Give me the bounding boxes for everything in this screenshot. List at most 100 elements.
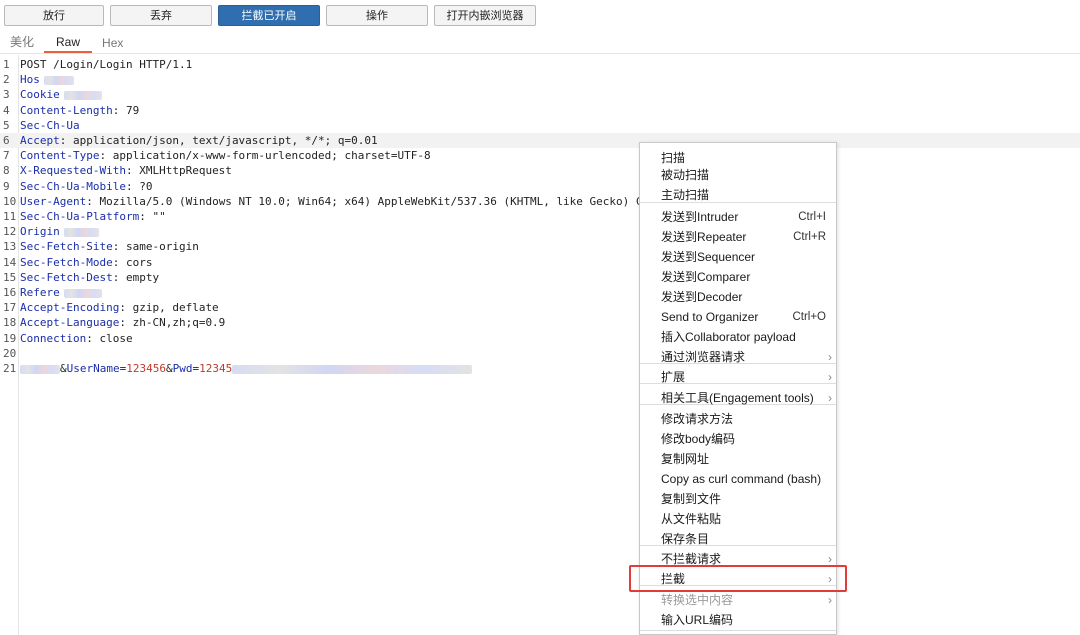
- code-text: &UserName=123456&Pwd=12345: [20, 361, 473, 376]
- line-number: 12: [3, 225, 17, 239]
- code-line[interactable]: 21 &UserName=123456&Pwd=12345: [0, 361, 1080, 376]
- header-name: Accept: [20, 134, 60, 147]
- menu-item-label: 相关工具(Engagement tools): [661, 391, 814, 405]
- body-token: 123456: [126, 362, 166, 375]
- code-line[interactable]: 8 X-Requested-With: XMLHttpRequest: [0, 163, 1080, 178]
- menu-item-shortcut: Ctrl+O: [792, 311, 826, 323]
- menu-item-repeater[interactable]: 发送到Repeater Ctrl+R: [640, 227, 836, 247]
- line-number: 15: [3, 270, 17, 284]
- code-text: Cookie: [20, 87, 102, 102]
- menu-item-17[interactable]: 复制到文件: [640, 489, 836, 509]
- code-line[interactable]: 13 Sec-Fetch-Site: same-origin: [0, 239, 1080, 254]
- code-text: Origin: [20, 224, 99, 239]
- open-browser-button[interactable]: 打开内嵌浏览器: [434, 4, 536, 26]
- menu-item-engagement-tools[interactable]: 相关工具(Engagement tools) ›: [640, 388, 836, 408]
- menu-item-label: 发送到Decoder: [661, 290, 743, 304]
- menu-item-sequencer[interactable]: 发送到Sequencer: [640, 247, 836, 267]
- drop-button[interactable]: 丢弃: [110, 4, 212, 26]
- menu-item-11[interactable]: 扩展 ›: [640, 367, 836, 387]
- code-line[interactable]: 6 Accept: application/json, text/javascri…: [0, 133, 1080, 148]
- line-number: 19: [3, 331, 17, 345]
- header-name: Hos: [20, 73, 40, 87]
- tab-pretty[interactable]: 美化: [10, 33, 34, 53]
- menu-item-label: 输入URL编码: [661, 613, 734, 627]
- header-name: Sec-Fetch-Dest: [20, 270, 113, 284]
- toolbar: 放行 丢弃 拦截已开启 操作 打开内嵌浏览器: [0, 0, 1080, 30]
- menu-item-1[interactable]: 被动扫描: [640, 165, 836, 185]
- redacted-text: [43, 75, 74, 85]
- line-number: 21: [3, 362, 17, 375]
- body-token: UserName: [66, 362, 120, 375]
- header-value: empty: [119, 270, 160, 284]
- code-line[interactable]: 18 Accept-Language: zh-CN,zh;q=0.9: [0, 315, 1080, 330]
- code-line[interactable]: 4 Content-Length: 79: [0, 103, 1080, 118]
- menu-item-19[interactable]: 保存条目: [640, 529, 836, 549]
- code-text: User-Agent: Mozilla/5.0 (Windows NT 10.0…: [20, 194, 662, 209]
- code-line[interactable]: 3 Cookie: [0, 87, 1080, 102]
- line-number: 18: [3, 316, 17, 330]
- code-line[interactable]: 1 POST /Login/Login HTTP/1.1: [0, 57, 1080, 72]
- header-value: same-origin: [119, 240, 199, 254]
- intercept-toggle-button[interactable]: 拦截已开启: [218, 4, 320, 26]
- menu-item-label: 发送到Repeater: [661, 230, 747, 244]
- code-line[interactable]: 11 Sec-Ch-Ua-Platform: "": [0, 209, 1080, 224]
- menu-item-copy-as-curl-command-bash[interactable]: Copy as curl command (bash): [640, 469, 836, 489]
- code-line[interactable]: 2 Hos: [0, 72, 1080, 87]
- menu-item-intruder[interactable]: 发送到Intruder Ctrl+I: [640, 207, 836, 227]
- action-button[interactable]: 操作: [326, 4, 428, 26]
- code-line[interactable]: 20: [0, 346, 1080, 361]
- code-line[interactable]: 15 Sec-Fetch-Dest: empty: [0, 270, 1080, 285]
- menu-item-url[interactable]: 输入URL编码: [640, 610, 836, 630]
- menu-item-body[interactable]: 修改body编码: [640, 429, 836, 449]
- menu-item-label: 插入Collaborator payload: [661, 330, 796, 344]
- menu-item-13[interactable]: 修改请求方法: [640, 409, 836, 429]
- code-line[interactable]: 9 Sec-Ch-Ua-Mobile: ?0: [0, 179, 1080, 194]
- code-text: X-Requested-With: XMLHttpRequest: [20, 163, 232, 178]
- line-number: 6: [3, 134, 10, 147]
- line-number: 5: [3, 118, 10, 132]
- code-line[interactable]: 10 User-Agent: Mozilla/5.0 (Windows NT 10…: [0, 194, 1080, 209]
- code-line[interactable]: 5 Sec-Ch-Ua: [0, 118, 1080, 133]
- header-name: Origin: [20, 225, 60, 239]
- tab-hex[interactable]: Hex: [102, 36, 123, 53]
- header-name: User-Agent: [20, 194, 87, 208]
- header-value: 79: [119, 103, 140, 117]
- menu-item-comparer[interactable]: 发送到Comparer: [640, 267, 836, 287]
- header-name: Sec-Ch-Ua-Mobile: [20, 179, 126, 193]
- code-text: Content-Type: application/x-www-form-url…: [20, 148, 431, 163]
- menu-item-10[interactable]: 通过浏览器请求 ›: [640, 347, 836, 367]
- code-line[interactable]: 14 Sec-Fetch-Mode: cors: [0, 255, 1080, 270]
- header-value: "": [145, 210, 166, 223]
- menu-item-22[interactable]: 转换选中内容 ›: [640, 590, 836, 610]
- menu-item-decoder[interactable]: 发送到Decoder: [640, 287, 836, 307]
- request-editor[interactable]: 1 POST /Login/Login HTTP/1.1 2 Hos 3 Cookie 4 C…: [0, 55, 1080, 635]
- menu-item-shortcut: Ctrl+I: [798, 211, 826, 223]
- tab-raw[interactable]: Raw: [44, 35, 93, 53]
- menu-item-2[interactable]: 主动扫描: [640, 185, 836, 205]
- line-number: 1: [3, 58, 10, 71]
- code-line[interactable]: 19 Connection: close: [0, 331, 1080, 346]
- code-text: Accept: application/json, text/javascrip…: [20, 133, 378, 148]
- forward-button[interactable]: 放行: [4, 4, 104, 26]
- menu-item-18[interactable]: 从文件粘贴: [640, 509, 836, 529]
- menu-item-label: 扩展: [661, 370, 686, 384]
- code-line[interactable]: 7 Content-Type: application/x-www-form-ur…: [0, 148, 1080, 163]
- body-token: Pwd: [172, 362, 193, 375]
- code-text: Sec-Fetch-Mode: cors: [20, 255, 152, 270]
- line-number: 17: [3, 301, 17, 315]
- code-text: Content-Length: 79: [20, 103, 139, 118]
- menu-item-label: Copy as curl command (bash): [661, 472, 822, 486]
- header-value: Mozilla/5.0 (Windows NT 10.0; Win64; x64…: [92, 194, 663, 208]
- code-line[interactable]: 17 Accept-Encoding: gzip, deflate: [0, 300, 1080, 315]
- header-name: X-Requested-With: [20, 164, 126, 178]
- menu-item-collaborator-payload[interactable]: 插入Collaborator payload: [640, 327, 836, 347]
- code-line[interactable]: 16 Refere: [0, 285, 1080, 300]
- menu-item-15[interactable]: 复制网址: [640, 449, 836, 469]
- header-value: application/json, text/javascript, */*; …: [66, 134, 378, 147]
- colon: :: [86, 194, 93, 208]
- menu-item-send-to-organizer[interactable]: Send to Organizer Ctrl+O: [640, 307, 836, 327]
- line-number: 3: [3, 88, 10, 102]
- code-line[interactable]: 12 Origin: [0, 224, 1080, 239]
- code-text: Accept-Language: zh-CN,zh;q=0.9: [20, 315, 225, 330]
- code-text: Sec-Ch-Ua: [20, 118, 80, 133]
